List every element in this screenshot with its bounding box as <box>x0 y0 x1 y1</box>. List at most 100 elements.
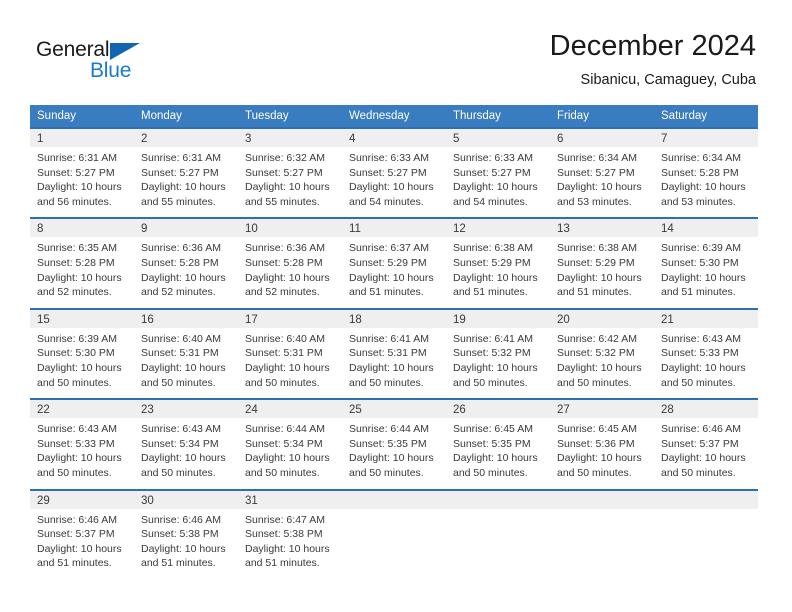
day-details: Sunrise: 6:43 AM Sunset: 5:33 PM Daylight:… <box>654 328 758 398</box>
calendar-day-cell[interactable]: 11 Sunrise: 6:37 AM Sunset: 5:29 PM Dayligh… <box>342 217 446 309</box>
day-details: Sunrise: 6:44 AM Sunset: 5:34 PM Daylight:… <box>238 418 342 488</box>
calendar-day-cell[interactable]: 29 Sunrise: 6:46 AM Sunset: 5:37 PM Dayligh… <box>30 488 134 579</box>
calendar-day-cell[interactable]: 1 Sunrise: 6:31 AM Sunset: 5:27 PM Daylight… <box>30 126 134 219</box>
sunrise-text: Sunrise: 6:40 AM <box>141 332 221 345</box>
day-details: Sunrise: 6:40 AM Sunset: 5:31 PM Daylight:… <box>238 328 342 398</box>
sunrise-text: Sunrise: 6:44 AM <box>349 423 429 436</box>
sunset-text: Sunset: 5:27 PM <box>141 166 219 179</box>
page-subtitle: Sibanicu, Camaguey, Cuba <box>580 72 756 88</box>
daylight-text: Daylight: 10 hours and 50 minutes. <box>141 361 226 389</box>
calendar-day-cell[interactable]: 15 Sunrise: 6:39 AM Sunset: 5:30 PM Dayligh… <box>30 307 134 400</box>
calendar-day-cell[interactable]: 18 Sunrise: 6:41 AM Sunset: 5:31 PM Dayligh… <box>342 307 446 400</box>
sunrise-text: Sunrise: 6:33 AM <box>453 152 533 164</box>
calendar-day-cell[interactable]: 31 Sunrise: 6:47 AM Sunset: 5:38 PM Dayligh… <box>238 488 342 579</box>
sunset-text: Sunset: 5:27 PM <box>557 166 635 179</box>
day-details: Sunrise: 6:36 AM Sunset: 5:28 PM Daylight:… <box>238 237 342 307</box>
calendar-day-cell[interactable]: 10 Sunrise: 6:36 AM Sunset: 5:28 PM Dayligh… <box>238 217 342 309</box>
calendar-day-cell[interactable]: 27 Sunrise: 6:45 AM Sunset: 5:36 PM Dayligh… <box>550 398 654 490</box>
daylight-text: Daylight: 10 hours and 51 minutes. <box>37 542 122 570</box>
calendar-day-cell[interactable]: 2 Sunrise: 6:31 AM Sunset: 5:27 PM Daylight… <box>134 126 238 219</box>
daylight-text: Daylight: 10 hours and 56 minutes. <box>37 181 122 208</box>
daylight-text: Daylight: 10 hours and 50 minutes. <box>245 452 330 479</box>
day-number: 5 <box>446 129 550 147</box>
calendar-day-cell[interactable]: 24 Sunrise: 6:44 AM Sunset: 5:34 PM Dayligh… <box>238 398 342 490</box>
day-number: 29 <box>30 490 134 509</box>
daylight-text: Daylight: 10 hours and 51 minutes. <box>141 542 226 570</box>
calendar-day-cell[interactable]: 12 Sunrise: 6:38 AM Sunset: 5:29 PM Dayligh… <box>446 217 550 309</box>
calendar-header-row: Sunday Monday Tuesday Wednesday Thursday Frid… <box>30 105 758 128</box>
calendar-day-cell[interactable]: 4 Sunrise: 6:33 AM Sunset: 5:27 PM Daylight… <box>342 126 446 219</box>
sunrise-text: Sunrise: 6:39 AM <box>661 242 741 255</box>
day-details: Sunrise: 6:31 AM Sunset: 5:27 PM Daylight:… <box>30 147 134 217</box>
calendar-body: 1 Sunrise: 6:31 AM Sunset: 5:27 PM Daylight… <box>30 126 758 579</box>
day-number <box>342 490 446 509</box>
sunrise-text: Sunrise: 6:35 AM <box>37 242 117 255</box>
sunrise-text: Sunrise: 6:45 AM <box>557 423 637 436</box>
calendar-day-cell[interactable]: 9 Sunrise: 6:36 AM Sunset: 5:28 PM Daylight… <box>134 217 238 309</box>
weekday-header-row: Sunday Monday Tuesday Wednesday Thursday Frid… <box>30 105 758 128</box>
daylight-text: Daylight: 10 hours and 50 minutes. <box>349 361 434 389</box>
brand-name-blue: Blue <box>90 59 132 82</box>
calendar-week-row: 15 Sunrise: 6:39 AM Sunset: 5:30 PM Dayligh… <box>30 307 758 400</box>
calendar-day-cell[interactable]: 23 Sunrise: 6:43 AM Sunset: 5:34 PM Dayligh… <box>134 398 238 490</box>
calendar-day-cell[interactable]: 16 Sunrise: 6:40 AM Sunset: 5:31 PM Dayligh… <box>134 307 238 400</box>
sunset-text: Sunset: 5:28 PM <box>245 256 323 269</box>
calendar-day-cell[interactable]: 6 Sunrise: 6:34 AM Sunset: 5:27 PM Daylight… <box>550 126 654 219</box>
daylight-text: Daylight: 10 hours and 51 minutes. <box>661 271 746 299</box>
sunrise-text: Sunrise: 6:37 AM <box>349 242 429 255</box>
day-details: Sunrise: 6:40 AM Sunset: 5:31 PM Daylight:… <box>134 328 238 398</box>
calendar-day-cell[interactable]: 8 Sunrise: 6:35 AM Sunset: 5:28 PM Daylight… <box>30 217 134 309</box>
day-details: Sunrise: 6:41 AM Sunset: 5:31 PM Daylight:… <box>342 328 446 398</box>
sunset-text: Sunset: 5:38 PM <box>141 528 219 541</box>
calendar-day-cell[interactable]: 3 Sunrise: 6:32 AM Sunset: 5:27 PM Daylight… <box>238 126 342 219</box>
day-number: 20 <box>550 309 654 328</box>
calendar-day-cell[interactable]: 19 Sunrise: 6:41 AM Sunset: 5:32 PM Dayligh… <box>446 307 550 400</box>
calendar-day-cell-empty <box>342 488 446 579</box>
day-number: 10 <box>238 219 342 238</box>
day-number <box>654 490 758 509</box>
calendar-day-cell[interactable]: 5 Sunrise: 6:33 AM Sunset: 5:27 PM Daylight… <box>446 126 550 219</box>
daylight-text: Daylight: 10 hours and 50 minutes. <box>245 361 330 389</box>
sunset-text: Sunset: 5:37 PM <box>37 528 115 541</box>
day-number <box>446 490 550 509</box>
day-details: Sunrise: 6:33 AM Sunset: 5:27 PM Daylight:… <box>446 147 550 217</box>
day-number: 7 <box>654 129 758 147</box>
day-details: Sunrise: 6:38 AM Sunset: 5:29 PM Daylight:… <box>550 237 654 307</box>
calendar-day-cell[interactable]: 21 Sunrise: 6:43 AM Sunset: 5:33 PM Dayligh… <box>654 307 758 400</box>
daylight-text: Daylight: 10 hours and 54 minutes. <box>453 181 538 208</box>
daylight-text: Daylight: 10 hours and 50 minutes. <box>141 452 226 479</box>
weekday-header-tuesday: Tuesday <box>238 105 342 128</box>
calendar-day-cell[interactable]: 30 Sunrise: 6:46 AM Sunset: 5:38 PM Dayligh… <box>134 488 238 579</box>
day-details: Sunrise: 6:34 AM Sunset: 5:27 PM Daylight:… <box>550 147 654 217</box>
calendar-day-cell[interactable]: 7 Sunrise: 6:34 AM Sunset: 5:28 PM Daylight… <box>654 126 758 219</box>
sunset-text: Sunset: 5:34 PM <box>245 437 323 450</box>
calendar-day-cell[interactable]: 20 Sunrise: 6:42 AM Sunset: 5:32 PM Dayligh… <box>550 307 654 400</box>
sunset-text: Sunset: 5:37 PM <box>661 437 739 450</box>
sunrise-text: Sunrise: 6:46 AM <box>661 423 741 436</box>
calendar-day-cell[interactable]: 26 Sunrise: 6:45 AM Sunset: 5:35 PM Dayligh… <box>446 398 550 490</box>
calendar-week-row: 8 Sunrise: 6:35 AM Sunset: 5:28 PM Daylight… <box>30 217 758 309</box>
calendar-day-cell[interactable]: 13 Sunrise: 6:38 AM Sunset: 5:29 PM Dayligh… <box>550 217 654 309</box>
day-details: Sunrise: 6:45 AM Sunset: 5:36 PM Daylight:… <box>550 418 654 488</box>
page-header: General Blue December 2024 Sibanicu, Cam… <box>0 0 792 100</box>
day-details: Sunrise: 6:37 AM Sunset: 5:29 PM Daylight:… <box>342 237 446 307</box>
brand-logo[interactable]: General Blue <box>36 38 156 84</box>
sunrise-text: Sunrise: 6:39 AM <box>37 332 117 345</box>
day-details: Sunrise: 6:36 AM Sunset: 5:28 PM Daylight:… <box>134 237 238 307</box>
day-details: Sunrise: 6:46 AM Sunset: 5:38 PM Daylight:… <box>134 509 238 579</box>
calendar-day-cell[interactable]: 22 Sunrise: 6:43 AM Sunset: 5:33 PM Dayligh… <box>30 398 134 490</box>
sunset-text: Sunset: 5:27 PM <box>37 166 115 179</box>
daylight-text: Daylight: 10 hours and 50 minutes. <box>37 361 122 389</box>
calendar-day-cell[interactable]: 28 Sunrise: 6:46 AM Sunset: 5:37 PM Dayligh… <box>654 398 758 490</box>
weekday-header-wednesday: Wednesday <box>342 105 446 128</box>
calendar-day-cell[interactable]: 25 Sunrise: 6:44 AM Sunset: 5:35 PM Dayligh… <box>342 398 446 490</box>
day-number: 18 <box>342 309 446 328</box>
calendar-day-cell[interactable]: 14 Sunrise: 6:39 AM Sunset: 5:30 PM Dayligh… <box>654 217 758 309</box>
sunset-text: Sunset: 5:28 PM <box>37 256 115 269</box>
sunset-text: Sunset: 5:27 PM <box>349 166 427 179</box>
calendar-day-cell[interactable]: 17 Sunrise: 6:40 AM Sunset: 5:31 PM Dayligh… <box>238 307 342 400</box>
daylight-text: Daylight: 10 hours and 54 minutes. <box>349 181 434 208</box>
triangle-icon <box>110 43 140 60</box>
daylight-text: Daylight: 10 hours and 50 minutes. <box>349 452 434 479</box>
day-number: 27 <box>550 400 654 419</box>
